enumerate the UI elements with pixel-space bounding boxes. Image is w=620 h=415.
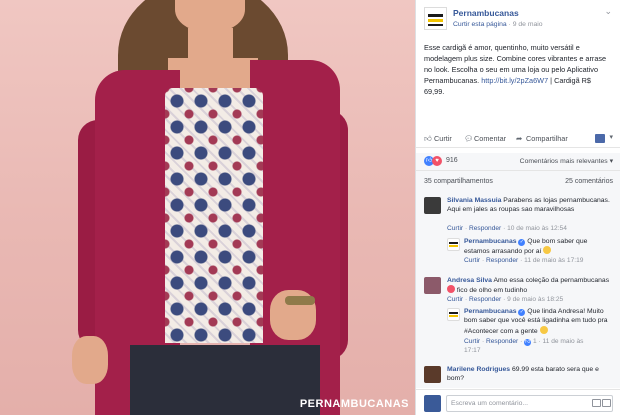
- photo-left-hand: [72, 336, 108, 384]
- comment-like-link[interactable]: Curtir: [447, 225, 463, 232]
- avatar[interactable]: [424, 277, 441, 294]
- comment-text-continued: fico de olho em tudinho: [456, 287, 528, 295]
- verified-badge-icon: ✓: [518, 239, 526, 246]
- love-reaction-icon[interactable]: ♥: [432, 156, 442, 166]
- action-bar: 👍︎ Curtir 💬︎ Comentar ➦ Compartilhar ▾: [416, 131, 620, 148]
- verified-badge-icon: ✓: [518, 309, 526, 316]
- comment-author[interactable]: Silvania Massuia: [447, 197, 501, 204]
- smile-emoji-icon: [543, 246, 552, 255]
- post-body: Esse cardigã é amor, quentinho, muito ve…: [416, 34, 620, 130]
- post-header: Pernambucanas Curtir esta página · 9 de …: [416, 0, 620, 34]
- comment-meta: Curtir · Responder · 11 de maio às 17:19: [464, 257, 584, 264]
- comment-author[interactable]: Andresa Silva: [447, 277, 492, 284]
- comment-button-label: Comentar: [474, 134, 507, 143]
- avatar[interactable]: [447, 238, 460, 251]
- logo-bar-middle: [449, 245, 458, 247]
- comment-date[interactable]: 11 de maio às: [543, 338, 584, 345]
- comment-date[interactable]: 9 de maio às 18:25: [507, 296, 563, 303]
- comment-icon: 💬︎: [464, 134, 474, 143]
- logo-bar-middle: [449, 315, 458, 317]
- photo-printed-top: [165, 88, 263, 343]
- camera-icon[interactable]: [592, 399, 601, 407]
- chevron-down-icon[interactable]: ⌄: [604, 6, 612, 17]
- comment-reply-link[interactable]: Responder: [469, 225, 501, 232]
- thumbs-up-icon: 👍︎: [424, 134, 432, 143]
- comment-author[interactable]: Marilene Rodrigues: [447, 366, 510, 373]
- like-button[interactable]: 👍︎ Curtir: [424, 134, 452, 143]
- comment-reply-link[interactable]: Responder: [486, 338, 518, 345]
- comment-reply-link[interactable]: Responder: [486, 257, 518, 264]
- comments-count-link[interactable]: 25 comentários: [565, 178, 613, 185]
- comment-body: Marilene Rodrigues 69.99 esta barato ser…: [447, 365, 613, 384]
- post-link[interactable]: http://bit.ly/2pZa6W7: [481, 76, 548, 85]
- avatar[interactable]: [424, 197, 441, 214]
- comment-sort-dropdown[interactable]: Comentários mais relevantes ▾: [520, 157, 613, 165]
- logo-bar-top: [449, 242, 458, 244]
- comment-author[interactable]: Pernambucanas: [464, 308, 517, 315]
- comment-like-link[interactable]: Curtir: [464, 338, 480, 345]
- share-button-label: Compartilhar: [526, 134, 568, 143]
- comment-date[interactable]: 10 de maio às 12:54: [507, 225, 567, 232]
- reactions-row: 👍︎ ♥ 916 Comentários mais relevantes ▾: [416, 153, 620, 170]
- avatar: [424, 395, 441, 412]
- comment-like-link[interactable]: Curtir: [464, 257, 480, 264]
- chevron-down-icon[interactable]: ▾: [609, 133, 613, 141]
- chevron-down-icon: ▾: [609, 158, 613, 165]
- share-button[interactable]: ➦ Compartilhar: [516, 134, 568, 143]
- shares-count-link[interactable]: 35 compartilhamentos: [424, 178, 493, 185]
- comment-meta: Curtir · Responder · 👍︎ 1 · 11 de maio à…: [464, 338, 584, 354]
- comment-composer: Escreva um comentário...: [416, 389, 620, 415]
- like-page-link[interactable]: Curtir esta página: [453, 21, 507, 28]
- comment-body: Andresa Silva Amo essa coleção da pernam…: [447, 276, 613, 296]
- comment-button[interactable]: 💬︎ Comentar: [464, 134, 506, 143]
- heart-eyes-emoji-icon: [447, 285, 455, 294]
- logo-bar-top: [449, 312, 458, 314]
- comment-sort-label: Comentários mais relevantes: [519, 158, 608, 165]
- logo-bar-middle: [428, 19, 443, 22]
- comment-body: Pernambucanas ✓ Que linda Andresa! Muito…: [464, 307, 614, 336]
- like-count-icon: 👍︎: [524, 339, 532, 346]
- gif-icon[interactable]: [602, 399, 611, 407]
- avatar[interactable]: [424, 366, 441, 383]
- post-subline: Curtir esta página · 9 de maio: [453, 21, 543, 28]
- logo-bar-top: [428, 14, 443, 17]
- comment-meta: Curtir · Responder · 9 de maio às 18:25: [447, 296, 564, 303]
- photo-watermark: PERNAMBUCANAS: [299, 398, 409, 410]
- comment-body: Silvania Massuia Parabens as lojas perna…: [447, 196, 613, 215]
- like-button-label: Curtir: [434, 134, 452, 143]
- reaction-count[interactable]: 916: [446, 157, 458, 164]
- comment-body: Pernambucanas ✓ Que bom saber que estamo…: [464, 237, 614, 257]
- page-avatar[interactable]: [424, 7, 447, 30]
- comment-like-count[interactable]: 1: [533, 338, 537, 345]
- comment-author[interactable]: Pernambucanas: [464, 238, 517, 245]
- photo-leggings: [130, 345, 320, 415]
- post-panel: Pernambucanas Curtir esta página · 9 de …: [415, 0, 620, 415]
- logo-bar-bottom: [428, 24, 443, 26]
- post-date[interactable]: 9 de maio: [513, 21, 543, 28]
- share-icon: ➦: [516, 134, 523, 143]
- comment-meta: Curtir · Responder · 10 de maio às 12:54: [447, 225, 567, 232]
- stats-row: 35 compartilhamentos 25 comentários: [416, 170, 620, 193]
- comment-text: Amo essa coleção da pernambucanas: [493, 277, 610, 284]
- comment-time[interactable]: 17:17: [464, 347, 481, 354]
- comment-input[interactable]: Escreva um comentário...: [446, 395, 613, 412]
- page-name-link[interactable]: Pernambucanas: [453, 8, 519, 18]
- comment-reply-link[interactable]: Responder: [469, 296, 501, 303]
- post-photo[interactable]: PERNAMBUCANAS: [0, 0, 415, 415]
- subline-separator: ·: [508, 21, 511, 28]
- smile-emoji-icon: [539, 325, 548, 334]
- comment-like-link[interactable]: Curtir: [447, 296, 463, 303]
- avatar[interactable]: [447, 308, 460, 321]
- comments-list: Silvania Massuia Parabens as lojas perna…: [416, 193, 620, 388]
- photo-bracelet: [285, 296, 315, 305]
- post-as-avatar-icon[interactable]: [595, 134, 605, 143]
- comment-date[interactable]: 11 de maio às 17:19: [524, 257, 583, 264]
